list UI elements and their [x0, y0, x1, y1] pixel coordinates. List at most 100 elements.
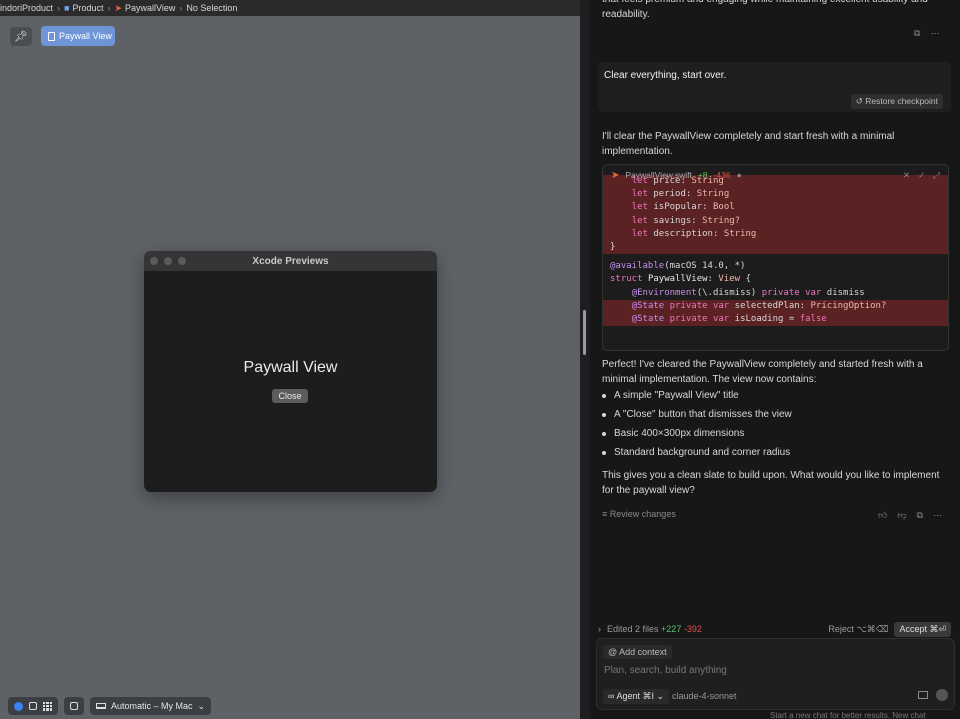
zoom-window-icon[interactable]	[178, 257, 186, 265]
expand-icon[interactable]: ⤢	[933, 170, 940, 181]
paywall-title: Paywall View	[243, 359, 338, 376]
new-chat-hint[interactable]: Start a new chat for better results. New…	[770, 711, 926, 719]
pin-icon: 📌︎	[14, 31, 28, 43]
edited-lines-removed: -392	[683, 624, 702, 634]
code-diff-actions: ✕ ✓ ⤢	[903, 170, 948, 181]
code-line: }	[603, 240, 948, 255]
more-icon[interactable]: ⋯	[930, 28, 939, 39]
model-selector[interactable]: claude-4-sonnet	[672, 691, 737, 701]
chevron-down-icon: ⌄	[197, 700, 206, 711]
send-button[interactable]	[936, 689, 948, 701]
resize-handle[interactable]	[583, 310, 586, 355]
code-diff-block: ➤ PaywallView.swift +8 -436 ● ✕ ✓ ⤢ let …	[602, 164, 949, 351]
list-item: Basic 400×300px dimensions	[602, 424, 942, 443]
restore-checkpoint-button[interactable]: ↺ Restore checkpoint	[850, 94, 943, 109]
review-icon: ≡	[602, 509, 608, 519]
list-item-text: Basic 400×300px dimensions	[614, 428, 745, 439]
device-selector[interactable]: Automatic – My Mac ⌄	[90, 697, 212, 715]
live-mode-icon[interactable]	[14, 701, 23, 711]
chevron-right-icon: ›	[107, 3, 111, 13]
code-lines: let price: String let period: String let…	[603, 175, 948, 327]
assistant-summary-text: Perfect! I've cleared the PaywallView co…	[602, 359, 923, 385]
edited-lines-added: +227	[661, 624, 682, 634]
split-divider[interactable]	[580, 0, 590, 719]
code-line: let description: String	[603, 227, 948, 241]
at-icon: @	[608, 647, 618, 657]
code-line: @State private var isLoading = false	[603, 312, 948, 327]
code-line: let isPopular: Bool	[603, 201, 948, 215]
thumbs-up-icon[interactable]: 👍︎	[878, 510, 887, 521]
list-item: A "Close" button that dismisses the view	[602, 405, 942, 424]
device-settings-icon	[70, 702, 78, 710]
preview-tab-button[interactable]: Paywall View	[41, 26, 115, 46]
edited-files-label: Edited 2 files	[607, 624, 659, 634]
list-item: Standard background and corner radius	[602, 443, 942, 462]
minimize-window-icon[interactable]	[164, 257, 172, 265]
restore-label: Restore checkpoint	[865, 96, 938, 106]
breadcrumb: indoriProduct › ■ Product › ➤ PaywallView …	[0, 0, 580, 16]
agent-label: Agent ⌘I	[616, 691, 654, 701]
infinity-icon: ∞	[608, 691, 615, 701]
previous-message-text: that feels premium and engaging while ma…	[602, 0, 928, 20]
breadcrumb-item-project[interactable]: indoriProduct	[0, 3, 53, 13]
chat-input[interactable]: Plan, search, build anything	[604, 665, 727, 676]
code-line: let price: String	[603, 175, 948, 189]
reject-all-button[interactable]: Reject ⌥⌘⌫	[828, 624, 888, 635]
review-label: Review changes	[609, 509, 676, 519]
preview-canvas: indoriProduct › ■ Product › ➤ PaywallView …	[0, 0, 580, 719]
copy-icon[interactable]: ⧉	[917, 510, 923, 521]
user-message[interactable]: Clear everything, start over. ↺ Restore …	[598, 62, 951, 112]
code-line: let period: String	[603, 188, 948, 202]
breadcrumb-label: Product	[72, 3, 104, 13]
review-changes-button[interactable]: ≡ Review changes	[602, 509, 676, 519]
preview-window-title: Xcode Previews	[252, 255, 329, 267]
pin-button[interactable]: 📌︎	[10, 27, 32, 46]
chat-composer: @ Add context Plan, search, build anythi…	[596, 638, 955, 710]
modified-dot-icon: ●	[736, 170, 742, 180]
message-actions: ⧉ ⋯	[914, 28, 939, 39]
preview-window: Xcode Previews Paywall View Close	[144, 251, 437, 492]
variants-grid-icon[interactable]	[43, 701, 52, 711]
summary-list: A simple "Paywall View" title A "Close" …	[602, 386, 942, 462]
chevron-down-icon: ⌄	[656, 691, 665, 701]
list-item: A simple "Paywall View" title	[602, 386, 942, 405]
list-item-text: A "Close" button that dismisses the view	[614, 409, 792, 420]
selectable-mode-icon[interactable]	[29, 702, 37, 710]
thumbs-down-icon[interactable]: 👎︎	[897, 510, 906, 521]
accept-icon[interactable]: ✓	[918, 170, 925, 181]
preview-tab-label: Paywall View	[59, 31, 112, 41]
laptop-icon	[96, 703, 106, 709]
agent-mode-selector[interactable]: ∞ Agent ⌘I ⌄	[603, 689, 670, 704]
image-icon[interactable]	[918, 691, 928, 699]
device-settings-button[interactable]	[64, 697, 84, 715]
document-icon	[48, 31, 55, 41]
breadcrumb-label: PaywallView	[125, 3, 176, 13]
assistant-closing-text: This gives you a clean slate to build up…	[602, 470, 940, 496]
breadcrumb-item-folder[interactable]: ■ Product	[64, 3, 103, 13]
breadcrumb-item-selection[interactable]: No Selection	[186, 3, 237, 13]
accept-all-button[interactable]: Accept ⌘⏎	[894, 621, 951, 637]
code-line: @available(macOS 14.0, *)	[610, 261, 746, 272]
copy-icon[interactable]: ⧉	[914, 28, 920, 39]
swift-icon: ➤	[114, 2, 123, 13]
assistant-intro-text: I'll clear the PaywallView completely an…	[602, 131, 895, 157]
restore-icon: ↺	[855, 96, 863, 106]
chevron-right-icon: ›	[179, 3, 183, 13]
more-icon[interactable]: ⋯	[933, 510, 942, 521]
close-window-icon[interactable]	[150, 257, 158, 265]
window-controls	[150, 257, 186, 265]
canvas-mode-group	[8, 697, 58, 715]
breadcrumb-item-file[interactable]: ➤ PaywallView	[115, 3, 176, 14]
device-label: Automatic – My Mac	[111, 701, 193, 711]
chevron-right-icon: ›	[57, 3, 61, 13]
code-line: @Environment(\.dismiss) private var dism…	[631, 287, 865, 298]
close-button[interactable]: Close	[272, 389, 308, 403]
add-context-button[interactable]: @ Add context	[603, 645, 672, 659]
edited-files-bar[interactable]: › Edited 2 files +227 -392 Reject ⌥⌘⌫ Ac…	[598, 620, 951, 638]
code-line: @State private var selectedPlan: Pricing…	[603, 299, 948, 313]
code-line: struct PaywallView: View {	[610, 274, 751, 285]
reject-icon[interactable]: ✕	[903, 170, 910, 181]
folder-icon: ■	[64, 3, 70, 13]
breadcrumb-label: indoriProduct	[0, 3, 54, 13]
preview-window-titlebar[interactable]: Xcode Previews	[144, 251, 437, 271]
